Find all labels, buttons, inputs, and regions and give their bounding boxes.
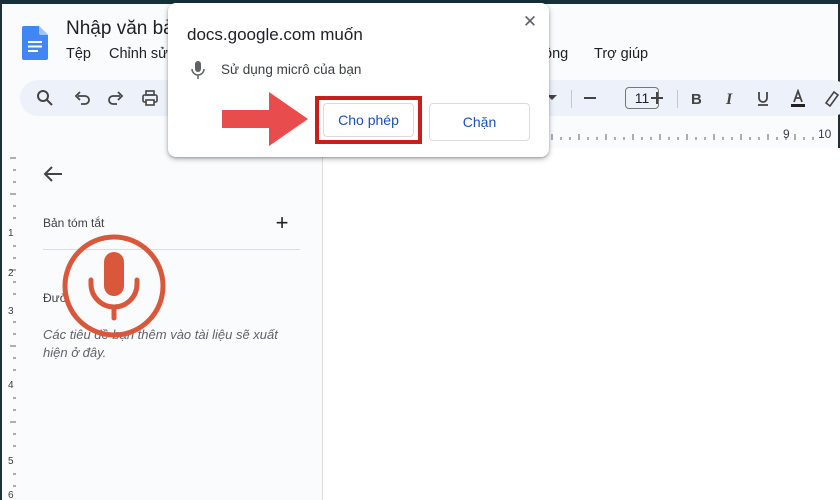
summary-label: Bản tóm tắt — [43, 216, 105, 230]
microphone-icon — [62, 234, 166, 338]
search-icon[interactable] — [32, 86, 58, 110]
ruler-label-10: 10 — [818, 127, 832, 141]
italic-icon[interactable]: I — [717, 86, 743, 110]
permission-text: Sử dụng micrô của bạn — [221, 62, 362, 77]
ruler-label-4: 4 — [8, 380, 14, 391]
plus-icon[interactable] — [644, 86, 670, 110]
underline-icon[interactable] — [750, 86, 776, 110]
svg-text:I: I — [725, 91, 733, 107]
menu-file[interactable]: Tệp — [66, 46, 91, 62]
toolbar-divider — [677, 90, 678, 108]
add-summary-button[interactable]: + — [272, 212, 292, 234]
ruler-label-3: 3 — [8, 306, 14, 317]
undo-icon[interactable] — [69, 86, 95, 110]
menu-help[interactable]: Trợ giúp — [594, 46, 648, 62]
redo-icon[interactable] — [103, 86, 129, 110]
bold-icon[interactable]: B — [683, 86, 709, 110]
text-color-icon[interactable] — [785, 86, 811, 110]
svg-text:B: B — [691, 91, 702, 107]
ruler-label-6: 6 — [8, 490, 14, 500]
horizontal-ruler: 9 10 — [551, 127, 832, 141]
block-button[interactable]: Chặn — [429, 103, 530, 141]
document-title[interactable]: Nhập văn bả — [66, 18, 174, 40]
menu-edit[interactable]: Chỉnh sử — [109, 46, 168, 62]
ruler-label-9: 9 — [783, 127, 790, 141]
pointer-arrow-icon — [222, 92, 308, 146]
document-page[interactable] — [323, 148, 840, 500]
ruler-label-1: 1 — [8, 228, 14, 239]
google-docs-icon[interactable] — [22, 26, 48, 60]
toolbar-divider — [571, 90, 572, 108]
ruler-label-5: 5 — [8, 456, 14, 467]
minus-icon[interactable] — [577, 86, 603, 110]
back-arrow-icon[interactable] — [42, 163, 64, 185]
ruler-label-2: 2 — [8, 268, 14, 279]
allow-button[interactable]: Cho phép — [323, 103, 414, 137]
close-icon[interactable]: ✕ — [521, 13, 539, 31]
left-edge-strip — [0, 0, 2, 500]
print-icon[interactable] — [137, 86, 163, 110]
highlighter-icon[interactable] — [818, 86, 840, 110]
dialog-title: docs.google.com muốn — [187, 25, 363, 44]
microphone-icon — [191, 61, 205, 79]
vertical-ruler: 1 2 3 4 5 6 — [8, 157, 16, 500]
